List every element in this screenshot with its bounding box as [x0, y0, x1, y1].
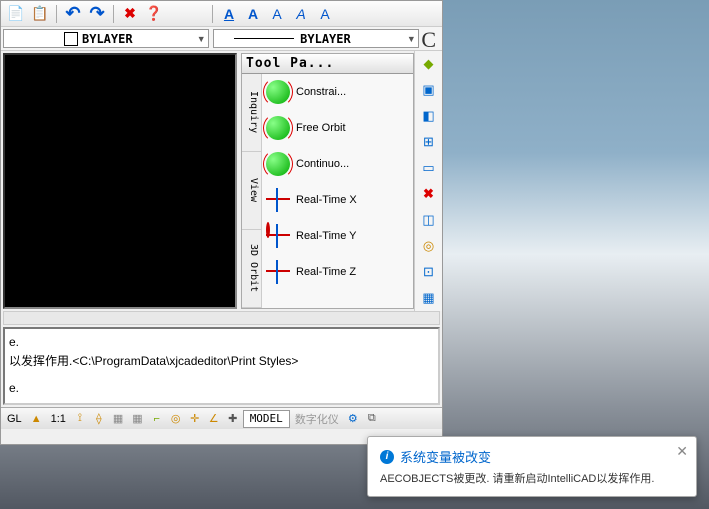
status-grid2-icon[interactable]: ▦ — [128, 410, 146, 428]
palette-item-rt-z[interactable]: Real-Time Z — [262, 254, 413, 290]
palette-item-continuous[interactable]: Continuo... — [262, 146, 413, 182]
status-plus-icon[interactable]: ✛ — [186, 410, 204, 428]
tool-palette: Tool Pa... Inquiry View 3D Orbit Constra… — [241, 53, 414, 309]
status-iso-icon[interactable]: ▲ — [27, 410, 46, 428]
status-angle-icon[interactable]: ∠ — [205, 410, 223, 428]
palette-item-rt-y[interactable]: Real-Time Y — [262, 218, 413, 254]
tool-icon[interactable]: ◫ — [418, 209, 440, 231]
cmd-line: e. — [9, 379, 434, 398]
cmd-line: 以发挥作用.<C:\ProgramData\xjcadeditor\Print … — [9, 352, 434, 371]
orbit-icon — [266, 80, 290, 104]
main-toolbar: 📄 📋 ↶ ↷ ✖ ❓ A A A A A — [1, 1, 442, 27]
delete-x-icon[interactable]: ✖ — [418, 183, 440, 205]
orbit-icon — [266, 116, 290, 140]
right-sidebar: ◆ ▣ ◧ ⊞ ▭ ✖ ◫ ◎ ⊡ ▦ — [414, 51, 442, 311]
app-window: 📄 📋 ↶ ↷ ✖ ❓ A A A A A BYLAYER ▼ BYLAYER … — [0, 0, 443, 445]
separator — [56, 5, 57, 23]
palette-tabs: Inquiry View 3D Orbit — [242, 74, 262, 308]
chevron-down-icon: ▼ — [194, 34, 208, 44]
status-icon[interactable]: ⟟ — [71, 410, 89, 428]
linetype-dropdown[interactable]: BYLAYER ▼ — [213, 29, 419, 48]
status-ratio[interactable]: 1:1 — [47, 410, 70, 428]
status-bar: GL ▲ 1:1 ⟟ ⟠ ▦ ▦ ⌐ ◎ ✛ ∠ ✚ MODEL 数字化仪 ⚙ … — [1, 407, 442, 429]
tool-icon[interactable]: ⊞ — [418, 131, 440, 153]
notification-body: AECOBJECTS被更改. 请重新启动IntelliCAD以发挥作用. — [380, 470, 684, 486]
line-preview-icon — [234, 38, 294, 39]
tool-icon[interactable]: ◧ — [418, 105, 440, 127]
orbit-icon — [266, 152, 290, 176]
status-target-icon[interactable]: ◎ — [167, 410, 185, 428]
tool-icon[interactable]: ▦ — [418, 287, 440, 309]
cmd-line: e. — [9, 333, 434, 352]
color-swatch-icon — [64, 32, 78, 46]
tab-view[interactable]: View — [242, 152, 261, 230]
text-style-d-icon[interactable]: A — [290, 3, 312, 25]
info-icon: i — [380, 450, 394, 464]
separator — [212, 5, 213, 23]
middle-area: Tool Pa... Inquiry View 3D Orbit Constra… — [1, 51, 442, 311]
realtime-x-icon — [266, 188, 290, 212]
text-style-e-icon[interactable]: A — [314, 3, 336, 25]
tab-inquiry[interactable]: Inquiry — [242, 74, 261, 152]
tool-icon[interactable]: ◎ — [418, 235, 440, 257]
close-icon[interactable]: ✕ — [676, 443, 688, 460]
notification-title: 系统变量被改变 — [400, 447, 491, 466]
text-style-a-icon[interactable]: A — [218, 3, 240, 25]
drawing-viewport[interactable] — [3, 53, 237, 309]
status-gl[interactable]: GL — [3, 410, 26, 428]
separator — [113, 5, 114, 23]
status-cross-icon[interactable]: ✚ — [224, 410, 242, 428]
layer-right-label: BYLAYER — [300, 32, 404, 46]
text-style-c-icon[interactable]: A — [266, 3, 288, 25]
palette-item-free-orbit[interactable]: Free Orbit — [262, 110, 413, 146]
status-grid-icon[interactable]: ▦ — [109, 410, 127, 428]
delete-icon[interactable]: ✖ — [119, 3, 141, 25]
notification-title-row: i 系统变量被改变 — [380, 447, 684, 466]
layer-row: BYLAYER ▼ BYLAYER ▼ C — [1, 27, 442, 51]
layer-left-label: BYLAYER — [82, 32, 194, 46]
chevron-down-icon: ▼ — [404, 34, 418, 44]
tab-3d-orbit[interactable]: 3D Orbit — [242, 230, 261, 308]
status-model[interactable]: MODEL — [243, 410, 290, 428]
help-icon[interactable]: ❓ — [143, 3, 165, 25]
command-area[interactable]: e. 以发挥作用.<C:\ProgramData\xjcadeditor\Pri… — [3, 327, 440, 405]
tool-icon[interactable]: ▣ — [418, 79, 440, 101]
realtime-y-icon — [266, 224, 290, 248]
copy-icon[interactable]: 📋 — [29, 3, 51, 25]
palette-item-constrained[interactable]: Constrai... — [262, 74, 413, 110]
redo-icon[interactable]: ↷ — [86, 3, 108, 25]
status-icon[interactable]: ⟠ — [90, 410, 108, 428]
status-digitizer[interactable]: 数字化仪 — [291, 410, 343, 428]
notification-popup: ✕ i 系统变量被改变 AECOBJECTS被更改. 请重新启动IntelliC… — [367, 436, 697, 497]
text-style-b-icon[interactable]: A — [242, 3, 264, 25]
layer-color-dropdown[interactable]: BYLAYER ▼ — [3, 29, 209, 48]
tool-icon[interactable]: ⊡ — [418, 261, 440, 283]
tool-icon[interactable]: ▭ — [418, 157, 440, 179]
tool-icon[interactable]: ◆ — [418, 53, 440, 75]
settings-gear-icon[interactable]: ⚙ — [344, 410, 362, 428]
realtime-z-icon — [266, 260, 290, 284]
horizontal-scrollbar[interactable] — [3, 311, 440, 325]
status-window-icon[interactable]: ⧉ — [363, 410, 381, 428]
palette-items: Constrai... Free Orbit Continuo... Real-… — [262, 74, 413, 308]
arc-tool-icon[interactable]: C — [421, 27, 436, 50]
palette-title: Tool Pa... — [242, 54, 413, 74]
status-perp-icon[interactable]: ⌐ — [148, 410, 166, 428]
undo-icon[interactable]: ↶ — [62, 3, 84, 25]
palette-item-rt-x[interactable]: Real-Time X — [262, 182, 413, 218]
new-icon[interactable]: 📄 — [5, 3, 27, 25]
